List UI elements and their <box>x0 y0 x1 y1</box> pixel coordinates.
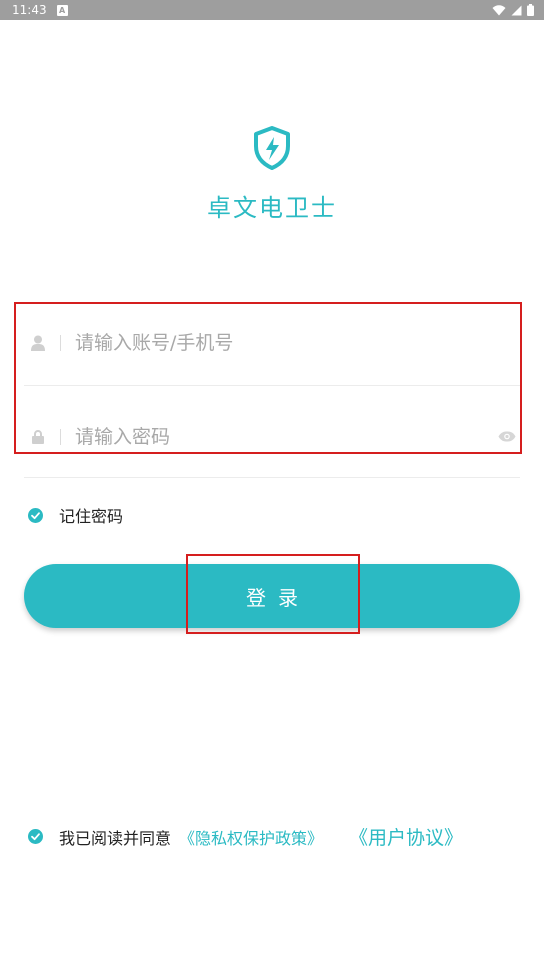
lock-icon <box>24 429 52 444</box>
remember-password[interactable]: 记住密码 <box>28 503 123 527</box>
app-title: 卓文电卫士 <box>207 194 337 222</box>
agreement-text: 我已阅读并同意 <box>59 828 172 848</box>
check-icon[interactable] <box>28 829 43 844</box>
field-separator <box>60 428 61 445</box>
user-agreement-link[interactable]: 《用户协议》 <box>349 823 463 850</box>
account-field <box>24 300 520 386</box>
password-field <box>24 392 520 478</box>
eye-icon[interactable] <box>496 431 518 442</box>
status-right <box>492 4 534 16</box>
agreement-row: 我已阅读并同意 《隐私权保护政策》 《用户协议》 <box>28 823 463 850</box>
status-left: 11:43 A <box>12 3 68 17</box>
check-icon[interactable] <box>28 507 43 523</box>
battery-icon <box>527 4 534 16</box>
privacy-policy-link[interactable]: 《隐私权保护政策》 <box>179 825 323 849</box>
signal-icon <box>511 5 522 15</box>
account-input[interactable] <box>75 331 520 354</box>
field-separator <box>60 334 61 351</box>
user-icon <box>24 335 52 351</box>
login-button[interactable]: 登录 <box>24 564 520 628</box>
password-input[interactable] <box>75 425 496 448</box>
wifi-icon <box>492 4 506 15</box>
notification-icon: A <box>56 4 68 16</box>
login-screen: 11:43 A 卓文电卫士 请输入账号/手机号 记住密码 登录 我已阅读并同意 … <box>0 0 544 967</box>
status-time: 11:43 <box>12 3 47 17</box>
remember-label: 记住密码 <box>59 507 124 526</box>
shield-bolt-icon <box>254 126 290 170</box>
status-bar: 11:43 A <box>0 0 544 20</box>
